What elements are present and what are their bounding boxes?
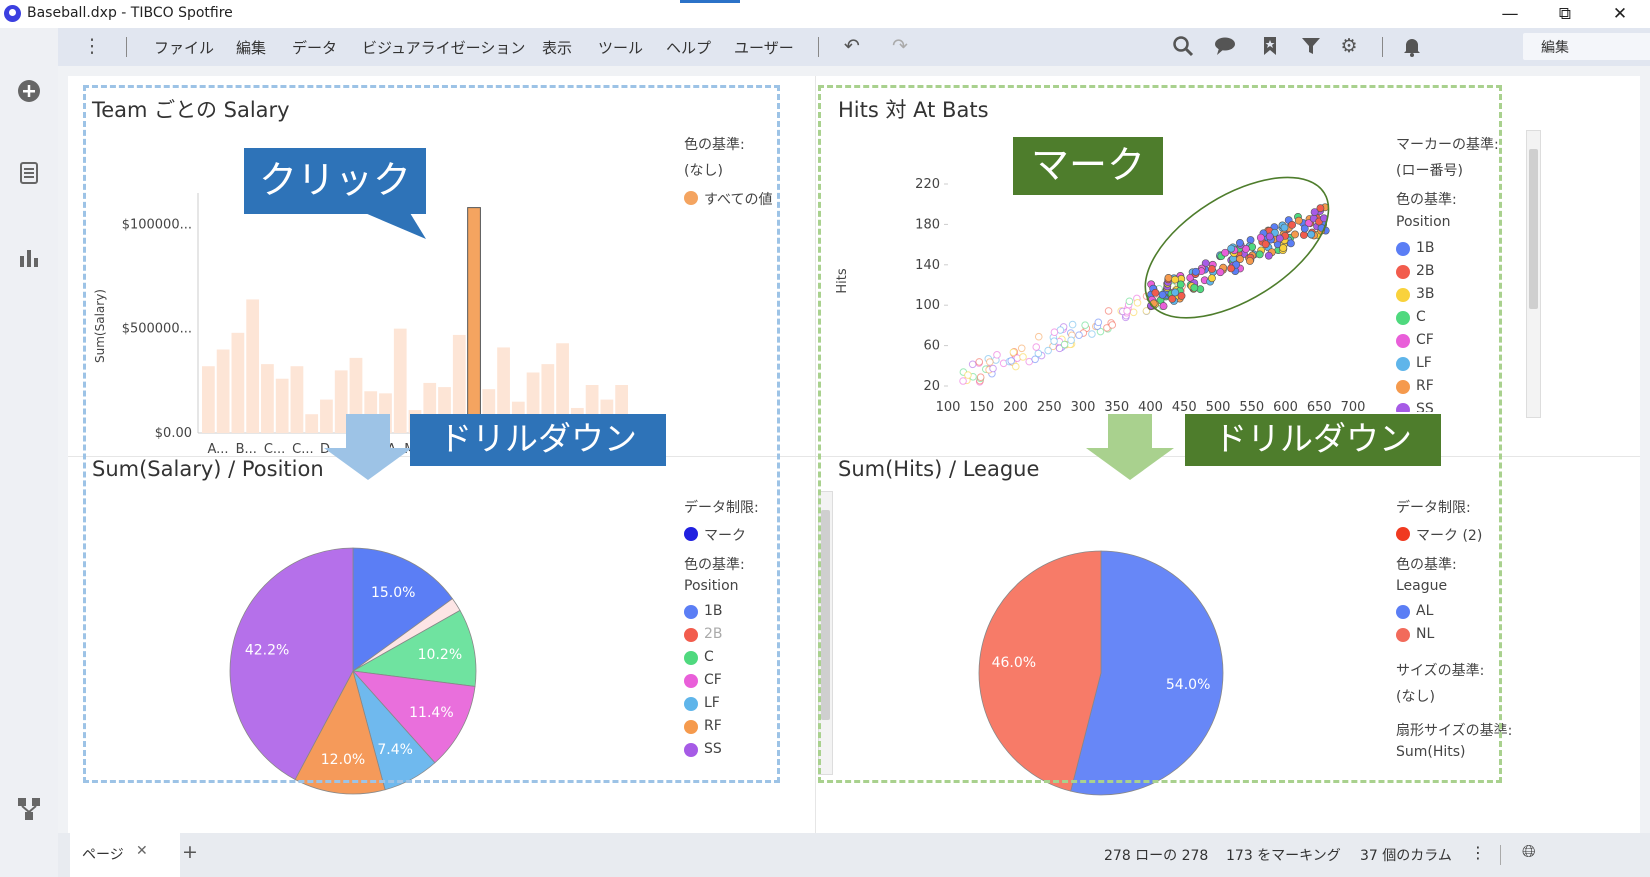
marked-count[interactable]: 173 をマーキング (1226, 845, 1341, 865)
separator (1382, 37, 1383, 57)
menu-bar: ⋮ ファイル 編集 データ ビジュアライゼーション 表示 ツール ヘルプ ユーザ… (58, 28, 1650, 66)
more-vertical-icon[interactable]: ⋮ (1470, 843, 1486, 862)
menu-view[interactable]: 表示 (542, 37, 572, 58)
close-tab-icon[interactable]: ✕ (136, 843, 148, 859)
drilldown-arrow-right (1086, 414, 1174, 480)
visualization-icon[interactable] (16, 244, 42, 270)
separator (1500, 845, 1501, 865)
drilldown-callout-left: ドリルダウン (410, 414, 666, 466)
mode-select-value: 編集 (1541, 40, 1569, 56)
notification-bell-icon[interactable] (1400, 34, 1424, 58)
undo-icon[interactable]: ↶ (840, 34, 864, 58)
click-callout: クリック (244, 148, 426, 214)
page-tab[interactable]: ページ ✕ (70, 833, 180, 877)
bookmark-icon[interactable] (1258, 34, 1282, 58)
click-callout-pointer (365, 213, 426, 239)
menu-user[interactable]: ユーザー (734, 37, 794, 58)
comments-icon[interactable] (1213, 34, 1237, 58)
separator (818, 37, 819, 57)
data-table-icon[interactable] (16, 160, 42, 186)
drilldown-arrow-left (324, 414, 412, 480)
separator (126, 37, 127, 57)
settings-gear-icon[interactable]: ⚙ (1337, 34, 1361, 58)
maximize-button[interactable]: ⧉ (1545, 2, 1585, 26)
globe-icon[interactable]: 🌐︎ (1522, 842, 1536, 862)
left-rail (0, 28, 58, 877)
page-tab-label: ページ (82, 847, 124, 863)
filter-icon[interactable] (1299, 34, 1323, 58)
menu-visualization[interactable]: ビジュアライゼーション (362, 37, 525, 58)
redo-icon[interactable]: ↷ (888, 34, 912, 58)
menu-help[interactable]: ヘルプ (666, 37, 711, 58)
drilldown-callout-right: ドリルダウン (1185, 414, 1441, 466)
row-count: 278 ローの 278 (1104, 848, 1209, 864)
mark-callout: マーク (1013, 137, 1163, 195)
window-title: Baseball.dxp - TIBCO Spotfire (27, 5, 233, 21)
search-icon[interactable] (1171, 34, 1195, 58)
column-count: 37 個のカラム (1360, 848, 1452, 864)
menu-file[interactable]: ファイル (154, 37, 214, 58)
title-bar: Baseball.dxp - TIBCO Spotfire — ⧉ ✕ (0, 0, 1650, 29)
menu-edit[interactable]: 編集 (236, 37, 266, 58)
menu-data[interactable]: データ (292, 37, 337, 58)
close-button[interactable]: ✕ (1600, 2, 1640, 26)
menu-tools[interactable]: ツール (598, 37, 643, 58)
more-vertical-icon[interactable]: ⋮ (80, 34, 104, 58)
scatter-legend-scrollbar[interactable] (1526, 130, 1541, 418)
add-page-icon[interactable]: + (182, 841, 198, 863)
loading-indicator (680, 0, 740, 3)
minimize-button[interactable]: — (1490, 2, 1530, 26)
add-icon[interactable] (16, 78, 42, 104)
mode-select[interactable]: 編集 ⌄ (1523, 33, 1650, 60)
status-bar: ページ ✕ + 278 ローの 278 173 をマーキング 37 個のカラム … (58, 833, 1650, 877)
spotfire-logo-icon (4, 5, 21, 22)
data-flow-icon[interactable] (16, 796, 42, 822)
